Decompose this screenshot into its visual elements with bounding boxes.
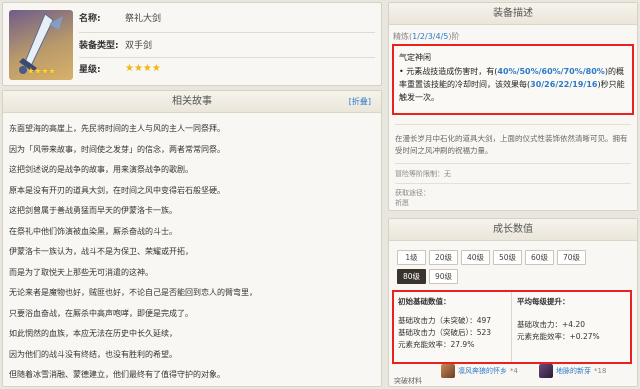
level-tabs-row: 1级 20级 40级 50级 60级 70级 xyxy=(397,250,633,265)
base-atk-unascended: 基础攻击力（未突破）：497 xyxy=(398,316,492,325)
level-tab-70级[interactable]: 70级 xyxy=(557,250,586,265)
equip-title: 装备描述 xyxy=(389,3,637,25)
name-row: 名称: 祭礼大剑 xyxy=(79,11,161,24)
name-label: 名称: xyxy=(79,14,101,24)
weapon-type: 双手剑 xyxy=(125,41,153,51)
passive-description: • 元素战技造成伤害时，有(40%/50%/60%/70%/80%)的概率重置该… xyxy=(399,67,625,102)
divider xyxy=(395,124,631,125)
wolf-memento-icon xyxy=(441,364,455,378)
leyline-sprout-icon xyxy=(539,364,553,378)
type-label: 装备类型: xyxy=(79,41,119,51)
story-title: 相关故事 xyxy=(3,91,381,113)
material-name[interactable]: 凛风奔狼的怀乡 xyxy=(458,366,507,376)
level-tab-20级[interactable]: 20级 xyxy=(429,250,458,265)
equipment-description-panel: 装备描述 精炼(1/2/3/4/5)阶 气定神闲 • 元素战技造成伤害时，有(4… xyxy=(388,2,638,211)
divider xyxy=(79,57,375,58)
level-tab-40级[interactable]: 40级 xyxy=(461,250,490,265)
cooldown-values: 30/26/22/19/16 xyxy=(530,80,598,89)
adventure-rank-limit: 冒险等阶限制：无 xyxy=(395,170,451,178)
growth-panel: 成长数值 1级 20级 40级 50级 60级 70级 80级 90级 初始基础数值： 基础… xyxy=(388,218,638,387)
per-level-energy-recharge: 元素充能效率：+0.27% xyxy=(517,332,600,341)
story-line: 这把剑曾属于善战勇猛而早天的伊蒙洛卡一族。 xyxy=(9,206,177,215)
story-line: 如此惘然的血族，本应无法在历史中长久延续， xyxy=(9,329,177,338)
story-line: 原本是没有开刃的道具大剑，在时间之风中变得岩石般坚硬。 xyxy=(9,185,225,195)
type-row: 装备类型: 双手剑 xyxy=(79,38,152,51)
proc-chance-values: 40%/50%/60%/70%/80% xyxy=(497,67,605,76)
material-count: *4 xyxy=(510,367,518,375)
weapon-name: 祭礼大剑 xyxy=(125,14,162,24)
story-panel: 相关故事 [折叠] 东面望海的高崖上，先民将时间的主人与风的主人一同祭拜。 因为「… xyxy=(2,90,382,387)
per-level-stats: 平均每级提升： 基础攻击力：+4.20 元素充能效率：+0.27% xyxy=(517,296,600,343)
story-line: 但随着冰雪消融、蒙德建立，他们最终有了值得守护的对象。 xyxy=(9,370,225,379)
level-tab-80级[interactable]: 80级 xyxy=(397,269,426,284)
per-level-atk: 基础攻击力：+4.20 xyxy=(517,320,585,329)
story-line: 而是为了取悦天上那些无可消遣的这神。 xyxy=(9,267,153,277)
material-item[interactable]: 凛风奔狼的怀乡 *4 xyxy=(441,364,518,378)
passive-highlight-box: 气定神闲 • 元素战技造成伤害时，有(40%/50%/60%/70%/80%)的… xyxy=(392,44,634,115)
weapon-lore: 在漫长岁月中石化的道具大剑，上面的仪式性装饰依然清晰可见。拥有受时间之风冲刷的祝… xyxy=(395,134,628,155)
obtain-method: 祈愿 xyxy=(395,199,409,207)
weapon-info-panel: ★★★★ 名称: 祭礼大剑 装备类型: 双手剑 星级: ★★★★ xyxy=(2,2,382,86)
material-label: 突破材料 xyxy=(394,377,422,385)
level-tab-50级[interactable]: 50级 xyxy=(493,250,522,265)
material-name[interactable]: 地脉的新芽 xyxy=(556,366,591,376)
story-line: 无论来者是魔物也好，贼匪也好，不论自己是否能回到恋人的臂弯里， xyxy=(9,288,257,297)
per-level-heading: 平均每级提升： xyxy=(517,297,570,306)
rarity-row: 星级: ★★★★ xyxy=(79,62,163,75)
collapse-link[interactable]: [折叠] xyxy=(349,96,371,107)
story-line: 这把剑述说的是战争的故事，用来演祭战争的歌剧。 xyxy=(9,165,193,174)
story-line: 伊蒙洛卡一族认为，战斗不是为保卫、荣耀或开拓， xyxy=(9,247,193,256)
story-line: 东面望海的高崖上，先民将时间的主人与风的主人一同祭拜。 xyxy=(9,124,225,133)
base-stats-heading: 初始基础数值： xyxy=(398,297,451,306)
growth-title: 成长数值 xyxy=(389,219,637,241)
refine-levels: 精炼(1/2/3/4/5)阶 xyxy=(393,32,460,41)
stats-highlight-box: 初始基础数值： 基础攻击力（未突破）：497 基础攻击力（突破后）：523 元素… xyxy=(392,290,632,364)
base-energy-recharge: 元素充能效率：27.9% xyxy=(398,340,475,349)
story-line: 因为「风带来故事，时间使之发芽」的信念，两者常常同祭。 xyxy=(9,144,225,154)
material-item[interactable]: 地脉的新芽 *18 xyxy=(539,364,606,378)
base-stats: 初始基础数值： 基础攻击力（未突破）：497 基础攻击力（突破后）：523 元素… xyxy=(398,296,491,351)
level-tab-90级[interactable]: 90级 xyxy=(429,269,458,284)
refine-level-values: 1/2/3/4/5 xyxy=(412,32,449,41)
passive-name: 气定神闲 xyxy=(399,53,431,62)
material-count: *18 xyxy=(594,367,607,375)
star-icon: ★★★★ xyxy=(125,63,161,74)
rarity-label: 星级: xyxy=(79,65,101,75)
level-tab-60级[interactable]: 60级 xyxy=(525,250,554,265)
obtain-label: 获取途径： xyxy=(395,189,430,197)
story-line: 因为他们的战斗没有终结，也没有胜利的希望。 xyxy=(9,349,177,359)
weapon-portrait: ★★★★ xyxy=(9,10,73,80)
level-tab-1级[interactable]: 1级 xyxy=(397,250,426,265)
level-tabs-row: 80级 90级 xyxy=(397,269,633,284)
rarity-stars-overlay: ★★★★ xyxy=(26,67,56,77)
base-atk-ascended: 基础攻击力（突破后）：523 xyxy=(398,328,492,337)
story-line: 在祭礼中他们饰演被血染黑，厮杀奋战的斗士。 xyxy=(9,226,177,236)
divider xyxy=(79,32,375,33)
divider xyxy=(511,292,512,362)
divider xyxy=(395,163,631,164)
divider xyxy=(395,183,631,184)
story-text: 东面望海的高崖上，先民将时间的主人与风的主人一同祭拜。 因为「风带来故事，时间使之… xyxy=(9,119,375,386)
story-line: 只要浴血奋战，在厮杀中高声咆哮，即便是完成了。 xyxy=(9,308,193,318)
